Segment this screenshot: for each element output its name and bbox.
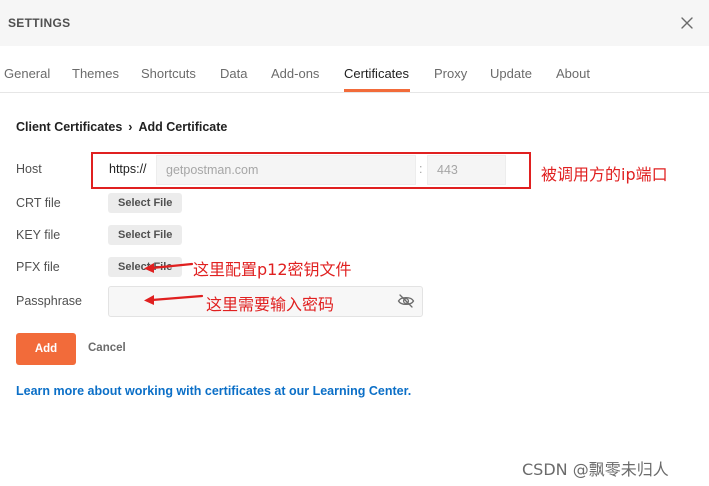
crt-select-file-button[interactable]: Select File xyxy=(108,193,183,213)
key-select-file-button[interactable]: Select File xyxy=(108,225,183,245)
breadcrumb: Client Certificates › Add Certificate xyxy=(16,120,227,134)
tab-proxy[interactable]: Proxy xyxy=(434,66,467,81)
host-port-separator: : xyxy=(419,162,423,176)
host-input[interactable] xyxy=(156,155,416,185)
settings-title: SETTINGS xyxy=(8,16,71,30)
crt-file-label: CRT file xyxy=(16,196,61,210)
tab-data[interactable]: Data xyxy=(220,66,247,81)
pfx-annotation: 这里配置p12密钥文件 xyxy=(193,260,352,279)
add-button[interactable]: Add xyxy=(16,333,76,365)
settings-header: SETTINGS xyxy=(0,0,709,46)
tab-certificates[interactable]: Certificates xyxy=(344,66,409,81)
breadcrumb-separator: › xyxy=(128,120,133,134)
tab-add-ons[interactable]: Add-ons xyxy=(271,66,319,81)
passphrase-label: Passphrase xyxy=(16,294,83,308)
port-input[interactable] xyxy=(427,155,506,185)
tab-general[interactable]: General xyxy=(4,66,50,81)
close-icon[interactable] xyxy=(680,16,694,30)
eye-slash-icon[interactable] xyxy=(397,293,415,309)
tab-update[interactable]: Update xyxy=(490,66,532,81)
tab-shortcuts[interactable]: Shortcuts xyxy=(141,66,196,81)
key-file-label: KEY file xyxy=(16,228,61,242)
host-protocol-prefix: https:// xyxy=(109,162,147,176)
active-tab-indicator xyxy=(344,89,410,92)
settings-tabs: General Themes Shortcuts Data Add-ons Ce… xyxy=(0,56,709,93)
host-annotation: 被调用方的ip端口 xyxy=(541,165,668,184)
tab-themes[interactable]: Themes xyxy=(72,66,119,81)
cancel-button[interactable]: Cancel xyxy=(88,342,126,354)
breadcrumb-parent[interactable]: Client Certificates xyxy=(16,120,122,134)
passphrase-annotation: 这里需要输入密码 xyxy=(206,295,335,314)
breadcrumb-current: Add Certificate xyxy=(138,120,228,134)
host-label: Host xyxy=(16,162,42,176)
passphrase-arrow-icon xyxy=(144,294,204,305)
pfx-arrow-icon xyxy=(144,262,194,273)
tab-about[interactable]: About xyxy=(556,66,590,81)
learning-center-link[interactable]: Learn more about working with certificat… xyxy=(16,384,411,398)
pfx-file-label: PFX file xyxy=(16,260,60,274)
csdn-watermark: CSDN @飘零未归人 xyxy=(522,460,669,479)
